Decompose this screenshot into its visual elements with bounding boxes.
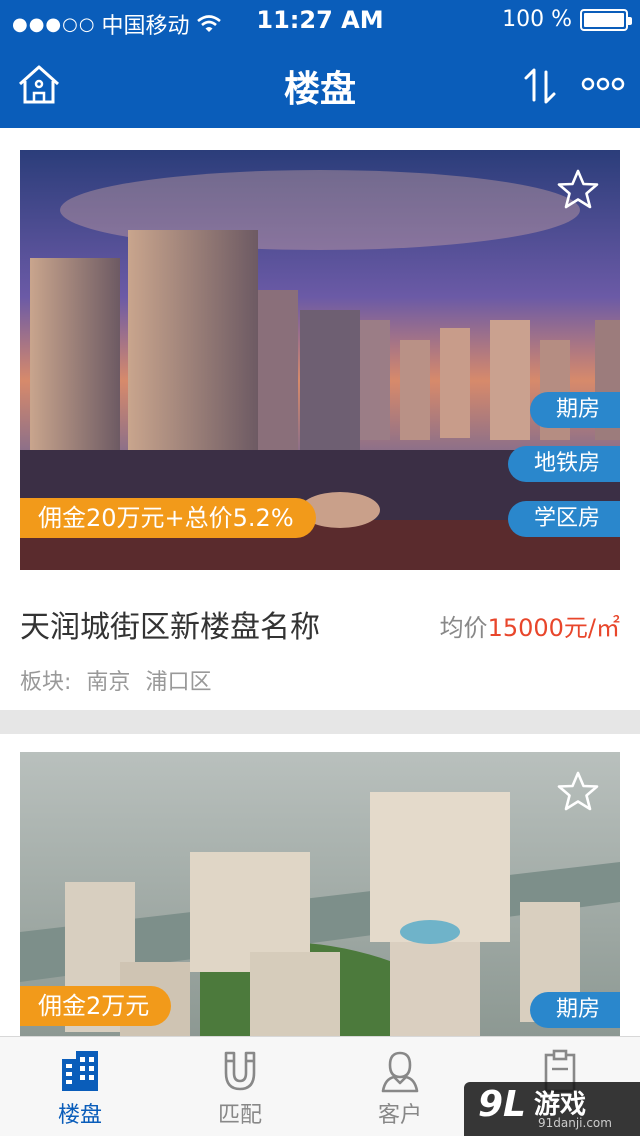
price-value: 15000元/㎡ <box>487 614 620 642</box>
tab-match[interactable]: 匹配 <box>160 1037 320 1136</box>
watermark-url: 91danji.com <box>538 1116 612 1130</box>
district-area: 浦口区 <box>145 670 212 695</box>
battery-percent: 100 % <box>502 7 572 32</box>
listing-photo[interactable]: 佣金2万元 期房 <box>20 752 620 1036</box>
watermark: 9L 游戏 91danji.com <box>464 1082 640 1136</box>
tab-label: 客户 <box>377 1103 422 1128</box>
sort-icon[interactable] <box>520 66 560 106</box>
magnet-icon <box>224 1051 256 1091</box>
listing-card[interactable]: 佣金2万元 期房 <box>0 734 640 1036</box>
listing-district: 板块: 南京 浦口区 <box>20 664 620 696</box>
status-bar: ●●●○○ 中国移动 11:27 AM 100 % <box>0 0 640 40</box>
tag-metro: 地铁房 <box>507 446 620 482</box>
favorite-star-icon[interactable] <box>556 168 600 212</box>
tag-pre-sale: 期房 <box>529 992 620 1028</box>
district-label: 板块: <box>20 670 72 695</box>
tab-label: 楼盘 <box>57 1103 102 1128</box>
more-icon[interactable] <box>580 72 626 96</box>
district-city: 南京 <box>86 670 131 695</box>
watermark-logo: 9L <box>478 1084 526 1125</box>
tag-school-district: 学区房 <box>507 501 620 537</box>
price-label: 均价 <box>439 614 488 642</box>
favorite-star-icon[interactable] <box>556 770 600 814</box>
listing-info: 天润城街区新楼盘名称 均价15000元/㎡ 板块: 南京 浦口区 <box>20 602 620 696</box>
tab-customers[interactable]: 客户 <box>320 1037 480 1136</box>
listing-feed[interactable]: 佣金20万元+总价5.2% 期房 地铁房 学区房 天润城街区新楼盘名称 均价15… <box>0 128 640 1036</box>
commission-badge: 佣金20万元+总价5.2% <box>20 498 316 538</box>
navigation-bar: 楼盘 <box>0 40 640 128</box>
top-bar: ●●●○○ 中国移动 11:27 AM 100 % 楼盘 <box>0 0 640 128</box>
listing-price: 均价15000元/㎡ <box>440 608 620 643</box>
battery-icon <box>580 8 632 31</box>
person-icon <box>381 1051 419 1093</box>
listing-card[interactable]: 佣金20万元+总价5.2% 期房 地铁房 学区房 天润城街区新楼盘名称 均价15… <box>0 128 640 710</box>
tab-label: 匹配 <box>217 1103 262 1128</box>
tag-pre-sale: 期房 <box>529 392 620 428</box>
tab-listings[interactable]: 楼盘 <box>0 1037 160 1136</box>
building-icon <box>62 1051 98 1091</box>
listing-photo[interactable]: 佣金20万元+总价5.2% 期房 地铁房 学区房 <box>20 150 620 570</box>
commission-badge: 佣金2万元 <box>20 986 172 1026</box>
card-divider <box>0 710 640 734</box>
